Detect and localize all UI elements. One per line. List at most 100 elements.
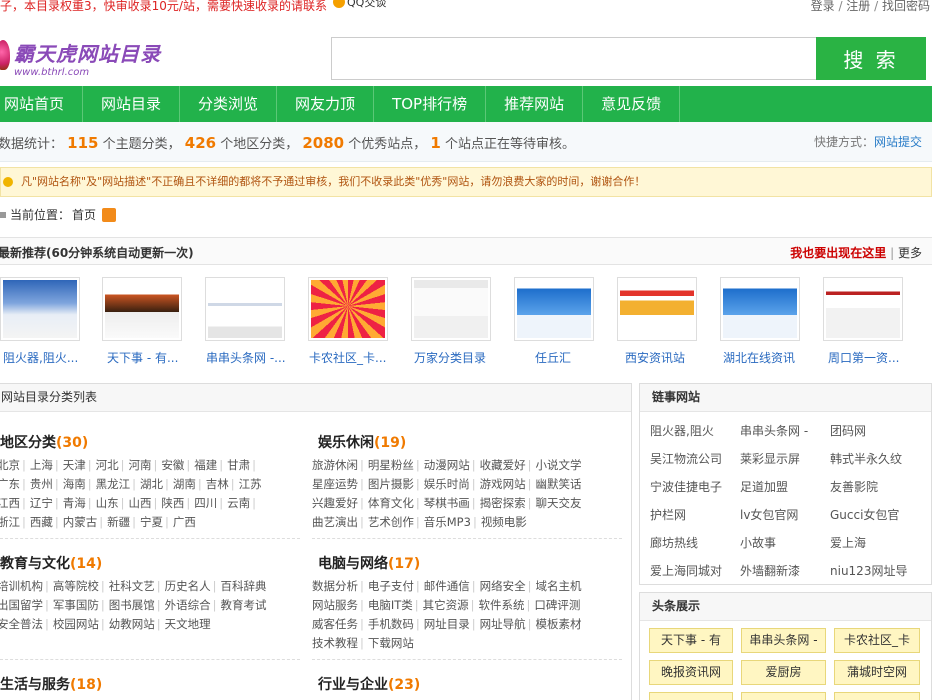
category-link[interactable]: 外语综合 <box>165 596 211 615</box>
category-link[interactable]: 西藏 <box>30 513 53 532</box>
category-title[interactable]: 教育与文化(14) <box>0 553 102 573</box>
search-input[interactable] <box>331 37 817 80</box>
friend-link[interactable]: 友善影院 <box>830 478 878 495</box>
category-link[interactable]: 山西 <box>129 494 152 513</box>
category-link[interactable]: 旅游休闲 <box>312 456 358 475</box>
category-link[interactable]: 陕西 <box>161 494 184 513</box>
category-link[interactable]: 天文地理 <box>165 615 211 634</box>
category-link[interactable]: 曲艺演出 <box>312 513 358 532</box>
search-button[interactable]: 搜 索 <box>816 37 926 80</box>
category-link[interactable]: 聊天交友 <box>536 494 582 513</box>
friend-link[interactable]: 团码网 <box>830 422 866 439</box>
latest-label[interactable]: 阻火器,阻火... <box>3 349 95 366</box>
category-link[interactable]: 出国留学 <box>0 596 43 615</box>
category-link[interactable]: 湖北 <box>140 475 163 494</box>
category-link[interactable]: 青海 <box>63 494 86 513</box>
showcase-tag[interactable]: 爱厨房 <box>741 660 826 685</box>
friend-link[interactable]: 串串头条网 - <box>740 422 808 439</box>
qq-chat-button[interactable]: QQ交谈 <box>333 0 386 10</box>
showcase-tag[interactable]: 卡农社区_卡 <box>834 628 920 653</box>
friend-link[interactable]: 韩式半永久纹 <box>830 450 902 467</box>
category-link[interactable]: 吉林 <box>206 475 229 494</box>
friend-link[interactable]: 爱上海 <box>830 534 866 551</box>
latest-thumb[interactable] <box>617 277 697 341</box>
category-link[interactable]: 揭密探索 <box>480 494 526 513</box>
friend-link[interactable]: 爱上海同城对 <box>650 562 722 579</box>
category-link[interactable]: 动漫网站 <box>424 456 470 475</box>
showcase-tag[interactable]: 天下事 - 有 <box>649 628 733 653</box>
friend-link[interactable]: 廊坊热线 <box>650 534 698 551</box>
more-link[interactable]: 更多 <box>898 246 922 260</box>
friend-link[interactable]: niu123网址导 <box>830 562 907 579</box>
friend-link[interactable]: 宁波佳捷电子 <box>650 478 722 495</box>
latest-label[interactable]: 天下事 - 有... <box>107 349 199 366</box>
category-link[interactable]: 收藏爱好 <box>480 456 526 475</box>
showcase-tag[interactable]: 蒲城时空网 <box>834 660 920 685</box>
latest-thumb[interactable] <box>205 277 285 341</box>
nav-directory[interactable]: 网站目录 <box>83 86 181 122</box>
category-link[interactable]: 历史名人 <box>165 577 211 596</box>
category-link[interactable]: 山东 <box>96 494 119 513</box>
category-title[interactable]: 地区分类(30) <box>0 432 88 452</box>
friend-link[interactable]: 足道加盟 <box>740 478 788 495</box>
latest-thumb[interactable] <box>102 277 182 341</box>
category-link[interactable]: 教育考试 <box>221 596 267 615</box>
showcase-tag[interactable]: 晚报资讯网 <box>649 660 733 685</box>
site-logo[interactable]: 霸天虎网站目录 www.bthrl.com <box>0 34 160 84</box>
category-link[interactable]: 江苏 <box>239 475 262 494</box>
category-link[interactable]: 邮件通信 <box>424 577 470 596</box>
latest-label[interactable]: 任丘汇 <box>535 349 627 366</box>
category-link[interactable]: 明星粉丝 <box>368 456 414 475</box>
category-link[interactable]: 图片摄影 <box>368 475 414 494</box>
login-link[interactable]: 登录 <box>811 0 835 13</box>
category-link[interactable]: 云南 <box>227 494 250 513</box>
friend-link[interactable]: 吴江物流公司 <box>650 450 722 467</box>
category-link[interactable]: 北京 <box>0 456 20 475</box>
category-link[interactable]: 模板素材 <box>536 615 582 634</box>
category-link[interactable]: 域名主机 <box>536 577 582 596</box>
category-title[interactable]: 电脑与网络(17) <box>318 553 420 573</box>
nav-top-ranking[interactable]: TOP排行榜 <box>374 86 487 122</box>
category-link[interactable]: 琴棋书画 <box>424 494 470 513</box>
category-link[interactable]: 音乐MP3 <box>424 513 471 532</box>
category-link[interactable]: 军事国防 <box>53 596 99 615</box>
showcase-tag[interactable] <box>741 692 826 700</box>
category-link[interactable]: 技术教程 <box>312 634 358 653</box>
category-title[interactable]: 行业与企业(23) <box>318 674 420 694</box>
category-link[interactable]: 体育文化 <box>368 494 414 513</box>
category-link[interactable]: 江西 <box>0 494 20 513</box>
category-link[interactable]: 新疆 <box>107 513 130 532</box>
latest-label[interactable]: 湖北在线资讯 <box>723 349 815 366</box>
category-link[interactable]: 天津 <box>63 456 86 475</box>
category-link[interactable]: 网络安全 <box>480 577 526 596</box>
friend-link[interactable]: 莱彩显示屏 <box>740 450 800 467</box>
category-link[interactable]: 幽默笑话 <box>536 475 582 494</box>
category-link[interactable]: 安徽 <box>161 456 184 475</box>
category-link[interactable]: 娱乐时尚 <box>424 475 470 494</box>
category-link[interactable]: 辽宁 <box>30 494 53 513</box>
category-link[interactable]: 电脑IT类 <box>368 596 413 615</box>
category-link[interactable]: 培训机构 <box>0 577 43 596</box>
latest-label[interactable]: 卡农社区_卡... <box>309 349 401 366</box>
category-link[interactable]: 星座运势 <box>312 475 358 494</box>
latest-thumb[interactable] <box>308 277 388 341</box>
forgot-password-link[interactable]: 找回密码 <box>882 0 930 13</box>
submit-site-link[interactable]: 网站提交 <box>874 135 922 149</box>
appear-here-link[interactable]: 我也要出现在这里 <box>790 246 886 260</box>
latest-thumb[interactable] <box>514 277 594 341</box>
category-link[interactable]: 下载网站 <box>368 634 414 653</box>
register-link[interactable]: 注册 <box>846 0 870 13</box>
friend-link[interactable]: 护栏网 <box>650 506 686 523</box>
category-link[interactable]: 百科辞典 <box>221 577 267 596</box>
category-link[interactable]: 电子支付 <box>368 577 414 596</box>
latest-thumb[interactable] <box>720 277 800 341</box>
category-link[interactable]: 宁夏 <box>140 513 163 532</box>
category-link[interactable]: 浙江 <box>0 513 20 532</box>
nav-top-voted[interactable]: 网友力顶 <box>277 86 375 122</box>
category-link[interactable]: 艺术创作 <box>368 513 414 532</box>
category-link[interactable]: 威客任务 <box>312 615 358 634</box>
category-link[interactable]: 其它资源 <box>423 596 469 615</box>
category-link[interactable]: 福建 <box>194 456 217 475</box>
latest-thumb[interactable] <box>411 277 491 341</box>
category-link[interactable]: 兴趣爱好 <box>312 494 358 513</box>
